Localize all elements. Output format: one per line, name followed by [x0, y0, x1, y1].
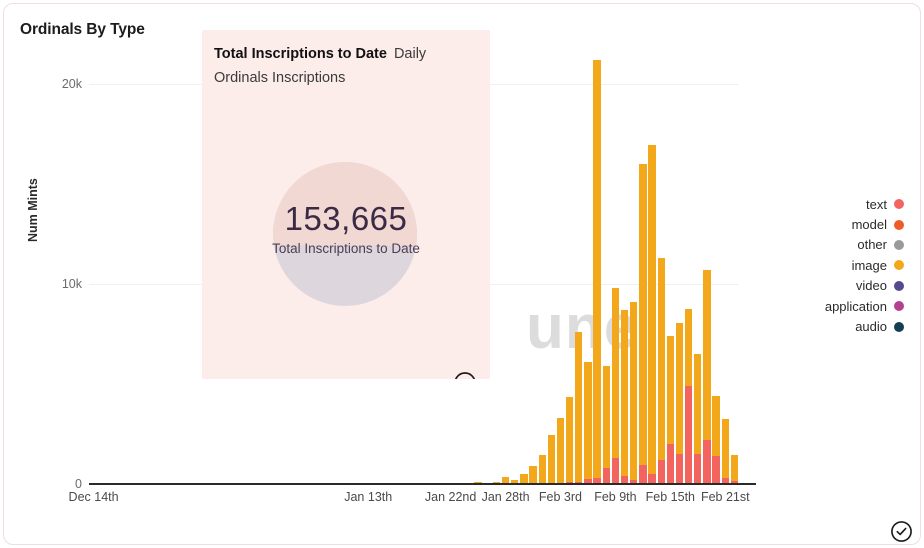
legend-item-model[interactable]: model [764, 214, 904, 234]
legend-item-label: model [852, 217, 887, 232]
x-tick-label: Feb 15th [646, 490, 695, 504]
card-caption: Total Inscriptions to Date [202, 241, 490, 256]
check-circle-icon[interactable] [453, 371, 477, 379]
card-subtitle: Ordinals Inscriptions [214, 67, 478, 89]
legend-item-label: other [857, 237, 887, 252]
legend-color-swatch [894, 301, 904, 311]
legend-item-label: image [852, 258, 887, 273]
legend-item-image[interactable]: image [764, 255, 904, 275]
card-frequency: Daily [394, 46, 426, 62]
x-tick-label: Feb 9th [594, 490, 636, 504]
chart-legend: text model other image video application audio [764, 194, 904, 337]
card-value: 153,665 [202, 200, 490, 238]
x-tick-label: Jan 28th [482, 490, 530, 504]
card-title: Total Inscriptions to Date [214, 46, 387, 62]
y-tick-label: 10k [12, 277, 82, 291]
legend-color-swatch [894, 220, 904, 230]
card-header: Total Inscriptions to Date Daily Ordinals… [214, 42, 478, 89]
y-tick-label: 20k [12, 77, 82, 91]
legend-color-swatch [894, 281, 904, 291]
legend-item-audio[interactable]: audio [764, 316, 904, 336]
legend-color-swatch [894, 199, 904, 209]
ordinals-chart-panel: Ordinals By Type Num Mints 010k20k une D… [3, 3, 921, 545]
y-tick-label: 0 [12, 477, 82, 491]
legend-color-swatch [894, 322, 904, 332]
y-axis-ticks: 010k20k [12, 44, 82, 484]
legend-item-video[interactable]: video [764, 276, 904, 296]
page-check-circle-icon[interactable] [890, 520, 913, 543]
screenshot-root: Ordinals By Type Num Mints 010k20k une D… [0, 0, 924, 548]
x-tick-label: Feb 21st [701, 490, 750, 504]
legend-color-swatch [894, 240, 904, 250]
legend-item-other[interactable]: other [764, 235, 904, 255]
x-tick-label: Jan 13th [344, 490, 392, 504]
legend-item-application[interactable]: application [764, 296, 904, 316]
legend-item-text[interactable]: text [764, 194, 904, 214]
x-tick-label: Feb 3rd [539, 490, 582, 504]
x-tick-label: Jan 22nd [425, 490, 476, 504]
legend-item-label: application [825, 299, 887, 314]
total-inscriptions-card[interactable]: Total Inscriptions to Date Daily Ordinals… [202, 30, 490, 379]
legend-item-label: audio [855, 319, 887, 334]
x-tick-label: Dec 14th [69, 490, 119, 504]
legend-item-label: video [856, 278, 887, 293]
legend-color-swatch [894, 260, 904, 270]
legend-item-label: text [866, 197, 887, 212]
